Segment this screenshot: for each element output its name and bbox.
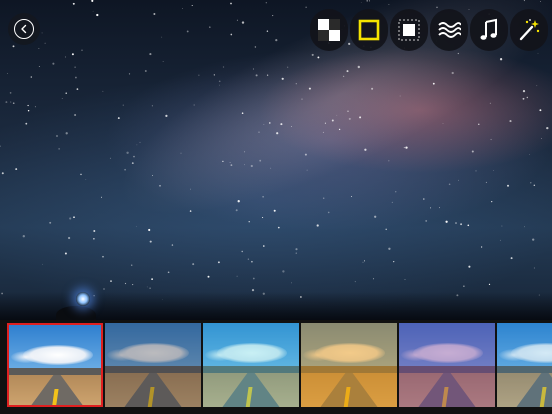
crop-tool-button[interactable]	[390, 9, 428, 51]
filter-thumbnail-faded[interactable]	[105, 323, 201, 407]
magic-tool-button[interactable]	[510, 9, 548, 51]
thumb-filter-tint	[9, 325, 101, 405]
music-note-icon	[478, 18, 500, 42]
filter-thumbnail-purple[interactable]	[399, 323, 495, 407]
filter-strip	[0, 320, 552, 414]
thumb-filter-tint	[497, 323, 552, 407]
filter-thumbnail-golden[interactable]	[301, 323, 397, 407]
music-tool-button[interactable]	[470, 9, 508, 51]
pattern-tool-button[interactable]	[310, 9, 348, 51]
thumb-filter-tint	[301, 323, 397, 407]
frame-square-icon	[358, 19, 380, 41]
waves-icon	[437, 19, 461, 41]
checkerboard-icon	[318, 19, 340, 41]
filter-thumbnail-cyan[interactable]	[203, 323, 299, 407]
back-button[interactable]	[8, 13, 40, 45]
toolbar	[310, 9, 550, 51]
thumb-filter-tint	[399, 323, 495, 407]
effects-tool-button[interactable]	[430, 9, 468, 51]
frame-tool-button[interactable]	[350, 9, 388, 51]
chevron-left-icon	[14, 19, 34, 39]
crop-square-icon	[398, 19, 420, 41]
filter-thumbnail-original[interactable]	[7, 323, 103, 407]
filter-thumbnail-cool[interactable]	[497, 323, 552, 407]
magic-wand-icon	[517, 18, 541, 42]
editor-screen	[0, 0, 552, 414]
thumb-filter-tint	[203, 323, 299, 407]
thumb-filter-tint	[105, 323, 201, 407]
headlamp-light	[76, 292, 90, 306]
